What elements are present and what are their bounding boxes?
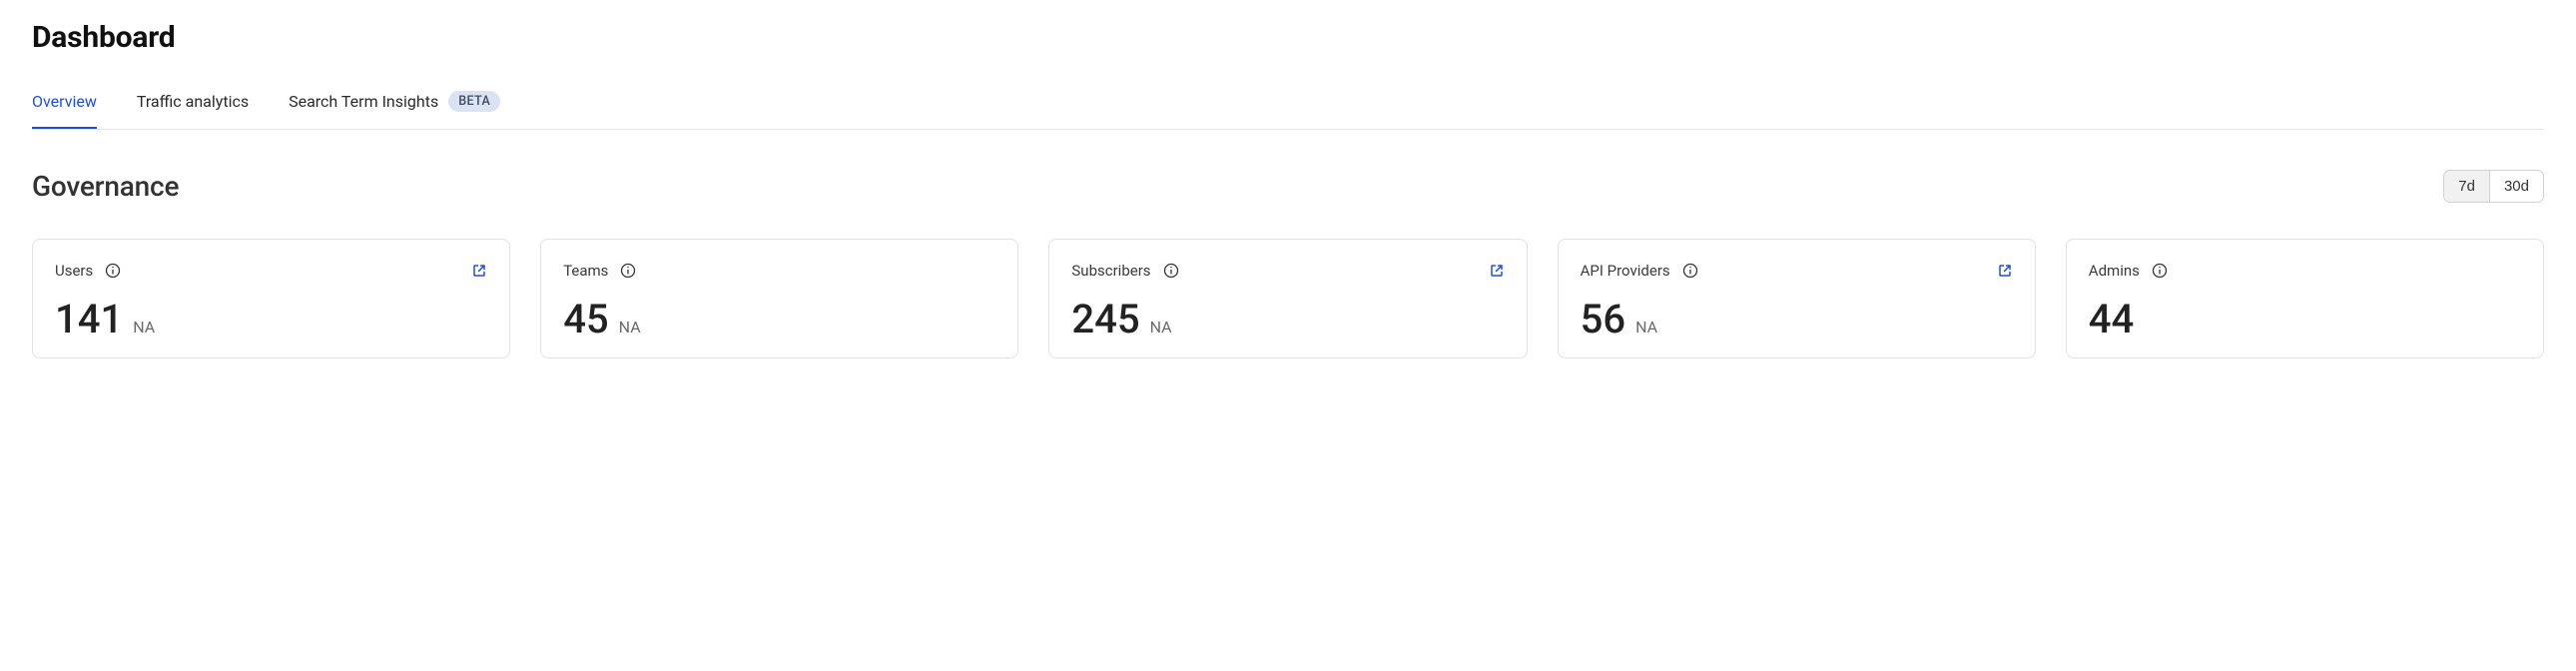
card-teams-value: 45	[563, 300, 608, 339]
external-link-icon[interactable]	[471, 263, 487, 279]
card-teams-label: Teams	[563, 262, 608, 280]
info-icon[interactable]	[2152, 263, 2168, 279]
card-teams: Teams 45 NA	[540, 239, 1018, 358]
tab-search-term-insights-label: Search Term Insights	[289, 92, 438, 111]
card-admins-value: 44	[2089, 300, 2134, 339]
card-api-providers: API Providers 56 NA	[1558, 239, 2036, 358]
card-subscribers-sub: NA	[1150, 318, 1172, 336]
beta-badge: BETA	[448, 91, 500, 112]
info-icon[interactable]	[1682, 263, 1698, 279]
page-title: Dashboard	[32, 20, 2544, 55]
card-subscribers: Subscribers 245 NA	[1048, 239, 1527, 358]
time-range-toggle: 7d 30d	[2443, 170, 2544, 203]
section-title-governance: Governance	[32, 170, 179, 203]
tab-traffic-analytics[interactable]: Traffic analytics	[137, 88, 249, 129]
card-subscribers-label: Subscribers	[1071, 262, 1150, 280]
external-link-icon[interactable]	[1997, 263, 2013, 279]
card-users-label: Users	[55, 262, 93, 280]
info-icon[interactable]	[620, 263, 636, 279]
card-api-providers-label: API Providers	[1581, 262, 1670, 280]
tabs: Overview Traffic analytics Search Term I…	[32, 87, 2544, 130]
card-teams-sub: NA	[619, 318, 641, 336]
range-7d[interactable]: 7d	[2444, 171, 2489, 202]
card-users-value: 141	[55, 300, 123, 339]
card-admins-label: Admins	[2089, 262, 2140, 280]
card-admins: Admins 44	[2066, 239, 2544, 358]
card-users: Users 141 NA	[32, 239, 510, 358]
tab-overview[interactable]: Overview	[32, 88, 97, 129]
tab-traffic-analytics-label: Traffic analytics	[137, 92, 249, 111]
card-users-sub: NA	[133, 318, 155, 336]
tab-overview-label: Overview	[32, 92, 97, 111]
info-icon[interactable]	[105, 263, 121, 279]
info-icon[interactable]	[1163, 263, 1179, 279]
card-api-providers-value: 56	[1581, 300, 1625, 339]
range-30d[interactable]: 30d	[2489, 171, 2543, 202]
card-api-providers-sub: NA	[1635, 318, 1657, 336]
card-subscribers-value: 245	[1071, 300, 1139, 339]
governance-cards: Users 141 NA Teams	[32, 239, 2544, 358]
external-link-icon[interactable]	[1489, 263, 1505, 279]
tab-search-term-insights[interactable]: Search Term Insights BETA	[289, 87, 500, 130]
